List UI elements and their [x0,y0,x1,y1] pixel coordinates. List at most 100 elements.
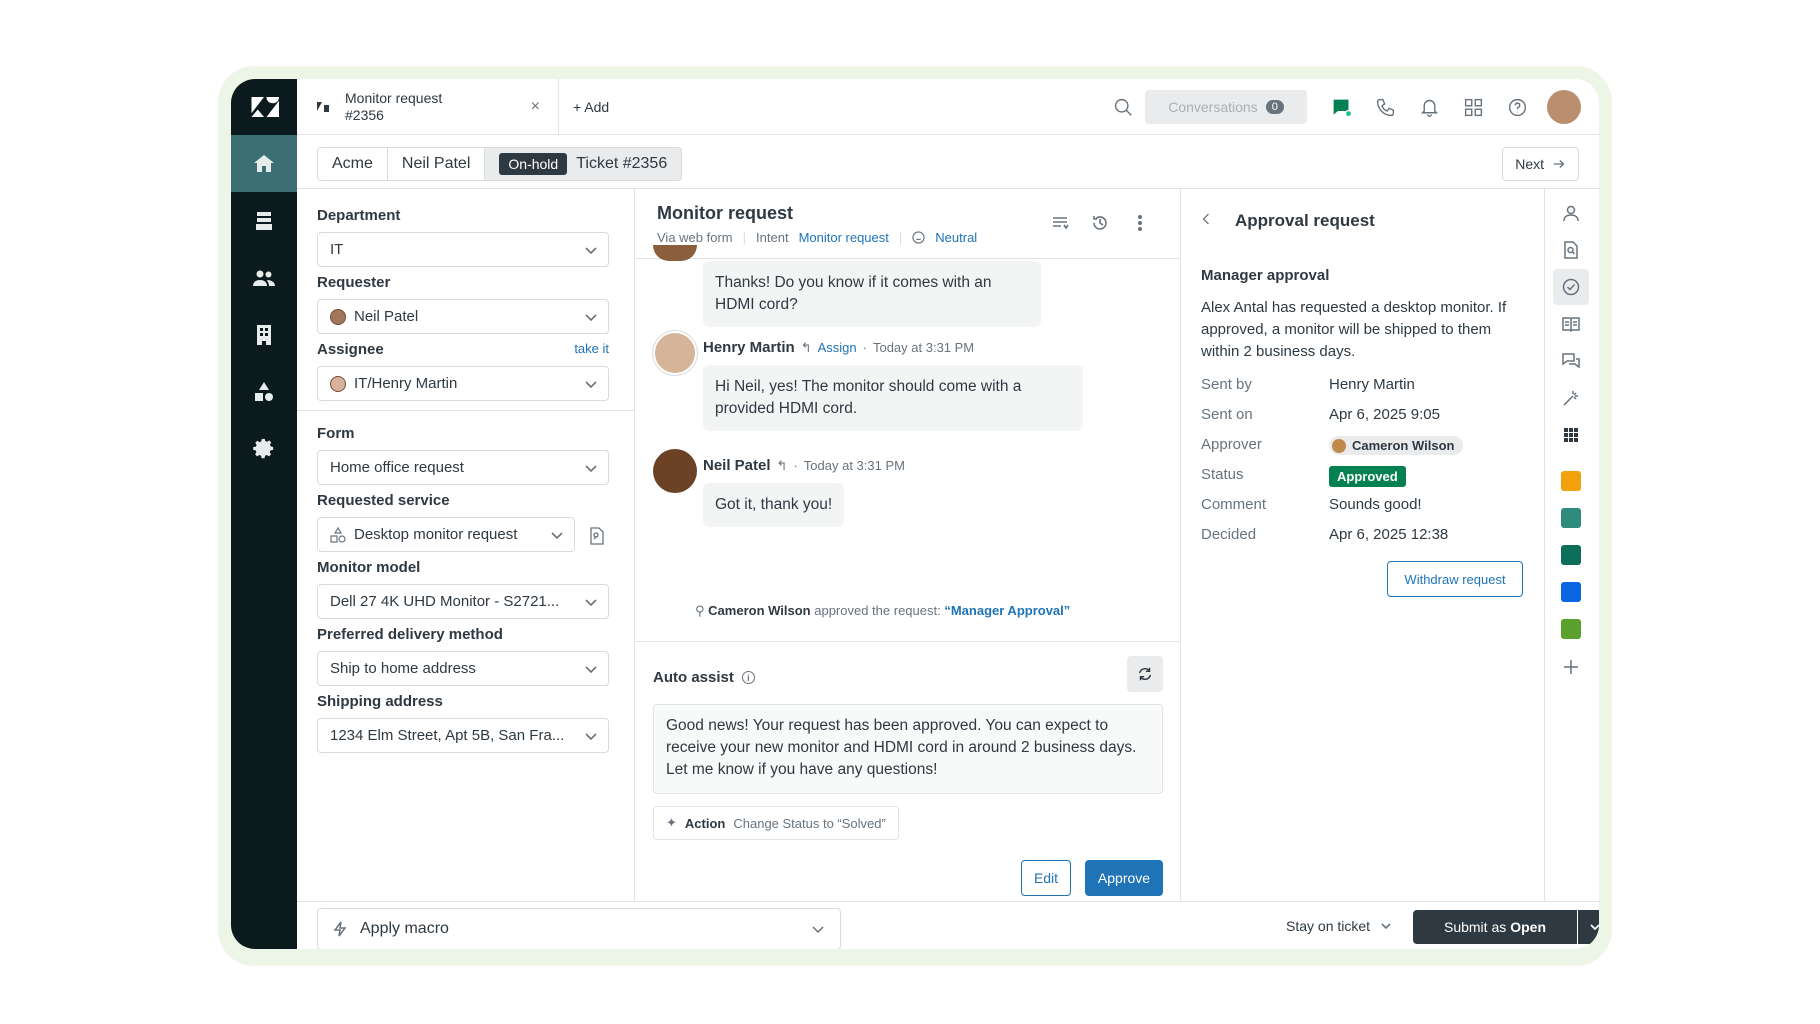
conversations-button[interactable]: Conversations 0 [1145,90,1307,124]
auto-assist-toggle-button[interactable] [1127,656,1163,692]
chevron-down-icon [550,528,563,540]
context-rail [1545,189,1599,901]
trello-icon[interactable] [1553,574,1589,610]
approvals-check-icon[interactable] [1553,269,1589,305]
department-value: IT [330,241,344,258]
service-shapes-icon [330,526,346,543]
auto-assist-title: Auto assist [653,669,734,686]
approval-event: ⚲ Cameron Wilson approved the request: “… [695,603,1070,619]
intent-label: Intent [756,230,789,245]
delivery-method-select[interactable]: Ship to home address [317,651,609,686]
edit-button[interactable]: Edit [1021,860,1071,896]
decided-row: Decided Apr 6, 2025 12:38 [1201,526,1448,543]
comment-row: Comment Sounds good! [1201,496,1422,513]
assignee-label: Assignee [317,341,384,358]
add-app-icon[interactable] [1553,649,1589,685]
user-avatar[interactable] [1547,90,1581,124]
row-key: Sent by [1201,376,1252,393]
message-header: Henry Martin ↰ Assign · Today at 3:31 PM [703,339,975,356]
approver-row: Approver Cameron Wilson [1201,436,1464,455]
suggested-action[interactable]: ✦ Action Change Status to “Solved” [653,806,899,840]
breadcrumb-org[interactable]: Acme [318,148,388,180]
sentiment-value[interactable]: Neutral [935,230,977,245]
close-tab-icon[interactable]: × [531,98,540,116]
requester-label: Requester [317,274,391,291]
breadcrumb-ticket[interactable]: On-hold Ticket #2356 [485,148,682,180]
back-chevron-icon[interactable] [1201,211,1211,231]
monitor-model-select[interactable]: Dell 27 4K UHD Monitor - S2721... [317,584,609,619]
shipping-address-label: Shipping address [317,693,443,710]
stay-on-ticket-label: Stay on ticket [1286,918,1371,934]
submit-options-button[interactable] [1578,910,1599,944]
requested-service-field: Requested service Desktop monitor reques… [317,492,609,552]
submit-button[interactable]: Submit as Open [1413,910,1577,944]
filter-list-icon[interactable] [1050,213,1070,238]
ticket-fields-panel: Department IT Requester Neil Patel Assig… [297,189,635,901]
organizations-icon[interactable] [231,306,297,363]
info-icon[interactable]: i [741,671,755,684]
ticket-tab[interactable]: Monitor request #2356 × [297,79,559,135]
assign-link[interactable]: Assign [818,340,857,355]
form-field: Form Home office request [317,425,609,485]
status-row: Status Approved [1201,466,1406,487]
help-icon[interactable] [1495,97,1539,118]
apps-dots-icon[interactable] [1553,417,1589,453]
knowledge-search-icon[interactable] [1553,232,1589,268]
approver-chip[interactable]: Cameron Wilson [1329,436,1464,455]
intent-value[interactable]: Monitor request [799,230,889,245]
app-window: Monitor request #2356 × + Add Conversati… [231,79,1599,949]
suggested-reply[interactable]: Good news! Your request has been approve… [653,704,1163,794]
assignee-select[interactable]: IT/Henry Martin [317,366,609,401]
delivery-method-value: Ship to home address [330,660,476,677]
app-yellow-icon[interactable] [1553,463,1589,499]
breadcrumb-bar: Acme Neil Patel On-hold Ticket #2356 Nex… [297,135,1599,189]
status-badge: On-hold [499,153,568,175]
assignee-field: Assignee take it IT/Henry Martin [317,341,609,401]
app-list-icon[interactable] [1553,500,1589,536]
app-green-icon[interactable] [1553,611,1589,647]
requested-service-select[interactable]: Desktop monitor request [317,517,575,552]
preview-document-icon[interactable] [587,526,607,551]
objects-icon[interactable] [231,363,297,420]
add-tab-button[interactable]: + Add [573,99,609,115]
approve-button[interactable]: Approve [1085,860,1163,896]
views-icon[interactable] [231,192,297,249]
next-button[interactable]: Next [1502,147,1579,181]
withdraw-request-button[interactable]: Withdraw request [1387,561,1523,597]
requested-service-value: Desktop monitor request [354,526,518,543]
search-icon[interactable] [1101,97,1145,118]
notifications-icon[interactable] [1407,97,1451,118]
toolbar-icons: Conversations 0 [1101,79,1581,135]
chat-status-icon[interactable] [1319,97,1363,118]
message-time: Today at 3:31 PM [803,458,905,473]
take-it-link[interactable]: take it [574,341,609,358]
breadcrumb-requester[interactable]: Neil Patel [387,148,486,180]
monitor-model-label: Monitor model [317,559,421,576]
ticket-tab-title: Monitor request #2356 [345,90,531,124]
bottom-bar: Apply macro Stay on ticket Submit as Ope… [297,901,1599,949]
zendesk-logo[interactable] [231,79,297,135]
app-leaf-icon[interactable] [1553,537,1589,573]
user-profile-icon[interactable] [1553,195,1589,231]
shipping-address-select[interactable]: 1234 Elm Street, Apt 5B, San Fra... [317,718,609,753]
chat-bubbles-icon[interactable] [1553,343,1589,379]
channel-label: Via web form [657,230,733,245]
settings-icon[interactable] [231,420,297,477]
requester-select[interactable]: Neil Patel [317,299,609,334]
home-icon[interactable] [231,135,297,192]
more-options-icon[interactable] [1130,213,1150,238]
apply-macro-select[interactable]: Apply macro [317,908,841,949]
department-select[interactable]: IT [317,232,609,267]
book-icon[interactable] [1553,306,1589,342]
stay-on-ticket-select[interactable]: Stay on ticket [1286,918,1392,934]
lightning-icon [333,921,347,937]
department-field: Department IT [317,207,609,267]
magic-wand-icon[interactable] [1553,380,1589,416]
apps-grid-icon[interactable] [1451,97,1495,118]
customers-icon[interactable] [231,249,297,306]
message-bubble: Got it, thank you! [703,483,845,527]
event-link[interactable]: “Manager Approval” [944,603,1070,618]
form-select[interactable]: Home office request [317,450,609,485]
history-icon[interactable] [1090,213,1110,238]
phone-icon[interactable] [1363,97,1407,118]
